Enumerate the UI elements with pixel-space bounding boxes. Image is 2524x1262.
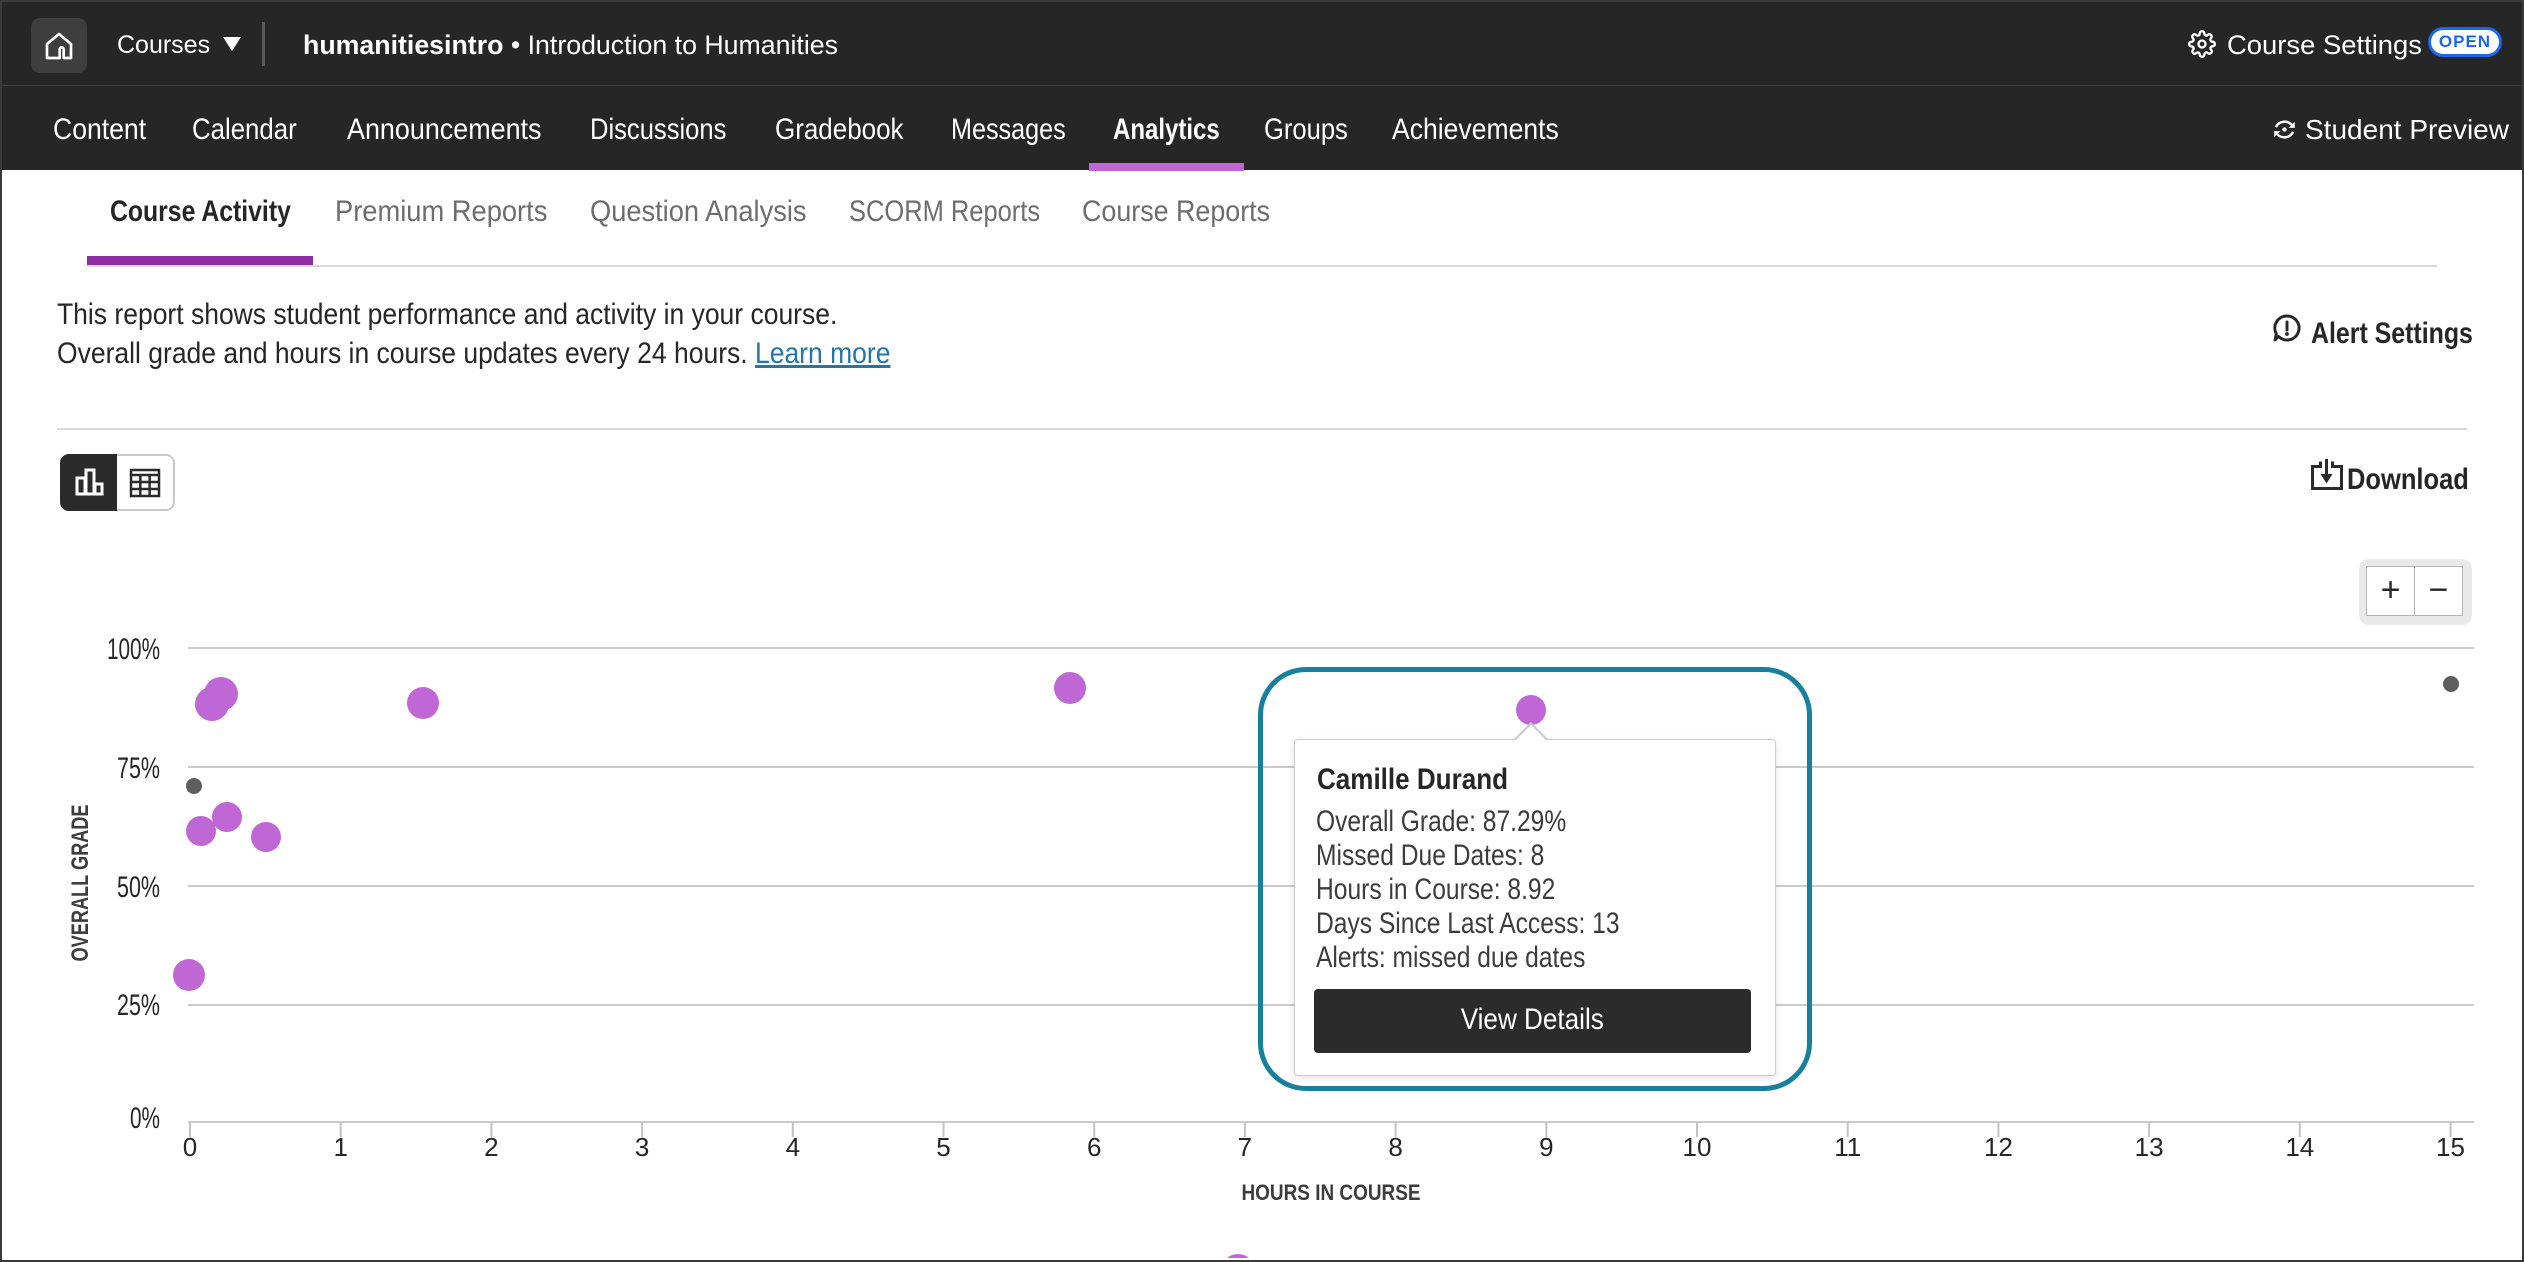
svg-text:1: 1: [333, 1132, 347, 1162]
svg-text:13: 13: [2135, 1132, 2164, 1162]
svg-text:50%: 50%: [117, 871, 160, 904]
svg-text:100%: 100%: [107, 633, 160, 666]
svg-text:2: 2: [484, 1132, 498, 1162]
svg-text:5: 5: [936, 1132, 950, 1162]
svg-text:4: 4: [786, 1132, 800, 1162]
svg-text:9: 9: [1539, 1132, 1553, 1162]
svg-text:25%: 25%: [117, 989, 160, 1022]
svg-text:7: 7: [1238, 1132, 1252, 1162]
svg-text:11: 11: [1834, 1132, 1861, 1162]
svg-text:8: 8: [1388, 1132, 1402, 1162]
svg-text:75%: 75%: [117, 752, 160, 785]
svg-text:6: 6: [1087, 1132, 1101, 1162]
svg-text:10: 10: [1683, 1132, 1712, 1162]
svg-text:12: 12: [1984, 1132, 2013, 1162]
svg-text:0%: 0%: [130, 1102, 160, 1135]
svg-text:OVERALL GRADE: OVERALL GRADE: [67, 805, 94, 962]
svg-text:0: 0: [183, 1132, 197, 1162]
svg-text:14: 14: [2285, 1132, 2314, 1162]
svg-text:HOURS IN COURSE: HOURS IN COURSE: [1242, 1180, 1421, 1205]
svg-text:3: 3: [635, 1132, 649, 1162]
svg-text:15: 15: [2436, 1132, 2465, 1162]
